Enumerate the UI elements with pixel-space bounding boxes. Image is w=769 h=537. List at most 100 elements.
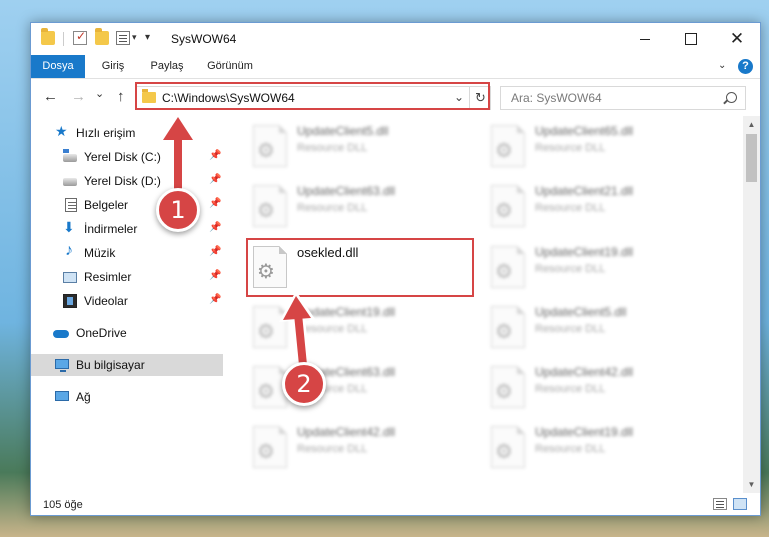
list-item[interactable]: UpdateClient21.dll Resource DLL: [469, 178, 699, 234]
file-name: UpdateClient19.dll: [535, 245, 634, 259]
file-type: Resource DLL: [535, 142, 606, 154]
sidebar-item-label: Yerel Disk (C:): [84, 150, 161, 164]
sidebar-item-label: OneDrive: [76, 326, 127, 340]
file-name: UpdateClient5.dll: [297, 124, 389, 138]
file-type: Resource DLL: [535, 383, 606, 395]
file-name: UpdateClient65.dll: [535, 124, 634, 138]
file-highlight-box: [246, 238, 474, 297]
sidebar-item-local-disk-c[interactable]: Yerel Disk (C:) 📌: [31, 146, 223, 168]
picture-icon: [63, 272, 77, 283]
cloud-icon: [53, 330, 69, 338]
help-icon[interactable]: ?: [738, 59, 753, 74]
file-type: Resource DLL: [297, 443, 368, 455]
sidebar-item-music[interactable]: Müzik 📌: [31, 242, 223, 264]
customize-icon[interactable]: [116, 31, 130, 45]
window-title: SysWOW64: [171, 32, 237, 46]
tab-home[interactable]: Giriş: [93, 55, 133, 78]
file-type: Resource DLL: [535, 263, 606, 275]
pin-icon[interactable]: 📌: [209, 294, 221, 305]
list-item[interactable]: UpdateClient5.dll Resource DLL: [469, 299, 699, 355]
sidebar-item-quick-access[interactable]: Hızlı erişim: [31, 122, 223, 144]
sidebar-item-videos[interactable]: Videolar 📌: [31, 290, 223, 312]
pin-icon[interactable]: 📌: [209, 246, 221, 257]
list-item[interactable]: UpdateClient19.dll Resource DLL: [469, 419, 699, 475]
sidebar-item-this-pc[interactable]: Bu bilgisayar: [31, 354, 223, 376]
properties-check-icon[interactable]: [73, 29, 87, 45]
details-view-icon[interactable]: [713, 498, 727, 510]
scroll-up-icon[interactable]: ▲: [743, 116, 760, 133]
dll-file-icon: [491, 306, 525, 348]
file-name: UpdateClient5.dll: [535, 305, 627, 319]
up-button[interactable]: ↑: [117, 88, 125, 105]
list-item[interactable]: UpdateClient42.dll Resource DLL: [469, 359, 699, 415]
file-name: UpdateClient19.dll: [297, 305, 396, 319]
back-button[interactable]: ←: [43, 88, 58, 105]
sidebar-item-label: Videolar: [84, 294, 128, 308]
minimize-button[interactable]: [622, 23, 668, 55]
sidebar-item-local-disk-d[interactable]: Yerel Disk (D:) 📌: [31, 170, 223, 192]
tab-share[interactable]: Paylaş: [143, 55, 191, 78]
sidebar-item-network[interactable]: Ağ: [31, 386, 223, 408]
document-icon: [65, 198, 77, 212]
sidebar-item-label: Müzik: [84, 246, 116, 260]
forward-button[interactable]: →: [71, 88, 86, 105]
pin-icon[interactable]: 📌: [209, 174, 221, 185]
close-button[interactable]: ✕: [714, 23, 760, 55]
sidebar-item-pictures[interactable]: Resimler 📌: [31, 266, 223, 288]
list-item[interactable]: UpdateClient5.dll Resource DLL: [231, 118, 461, 174]
pin-icon[interactable]: 📌: [209, 150, 221, 161]
recent-locations-button[interactable]: ⌄: [95, 87, 104, 100]
dll-file-icon: [491, 426, 525, 468]
ribbon-expand-icon[interactable]: ⌄: [718, 60, 726, 71]
dll-file-icon: [491, 366, 525, 408]
address-highlight-box: [135, 82, 490, 110]
file-type: Resource DLL: [297, 142, 368, 154]
search-icon[interactable]: [726, 92, 737, 103]
dll-file-icon: [253, 306, 287, 348]
file-name: UpdateClient19.dll: [535, 425, 634, 439]
dll-file-icon: [253, 125, 287, 167]
pin-icon[interactable]: 📌: [209, 198, 221, 209]
ribbon-tabs: Dosya Giriş Paylaş Görünüm ⌄ ?: [31, 55, 760, 79]
computer-icon: [55, 359, 69, 372]
step-badge-2: 2: [282, 362, 326, 406]
file-name: UpdateClient63.dll: [297, 184, 396, 198]
navigation-pane: Hızlı erişim Yerel Disk (C:) 📌 Yerel Dis…: [31, 116, 231, 493]
chevron-down-icon[interactable]: ▾: [132, 32, 137, 43]
video-icon: [63, 294, 77, 308]
sidebar-item-onedrive[interactable]: OneDrive: [31, 322, 223, 344]
large-icons-view-icon[interactable]: [733, 498, 747, 510]
list-item[interactable]: UpdateClient42.dll Resource DLL: [231, 419, 461, 475]
file-name: UpdateClient42.dll: [297, 425, 396, 439]
disk-icon: [63, 178, 77, 186]
sidebar-item-label: Ağ: [76, 390, 91, 404]
scroll-thumb[interactable]: [746, 134, 757, 182]
file-name: UpdateClient42.dll: [535, 365, 634, 379]
file-type: Resource DLL: [535, 443, 606, 455]
list-item[interactable]: UpdateClient19.dll Resource DLL: [469, 239, 699, 295]
disk-icon: [63, 149, 77, 162]
network-icon: [55, 391, 69, 401]
status-bar: 105 öğe: [31, 493, 760, 515]
file-type: Resource DLL: [535, 202, 606, 214]
list-item[interactable]: UpdateClient65.dll Resource DLL: [469, 118, 699, 174]
item-count: 105 öğe: [43, 499, 83, 511]
sidebar-item-label: İndirmeler: [84, 222, 138, 236]
list-item[interactable]: UpdateClient19.dll Resource DLL: [231, 299, 461, 355]
file-type: Resource DLL: [297, 323, 368, 335]
pin-icon[interactable]: 📌: [209, 222, 221, 233]
vertical-scrollbar[interactable]: ▲ ▼: [743, 116, 760, 493]
scroll-down-icon[interactable]: ▼: [743, 476, 760, 493]
quick-access-dropdown-icon[interactable]: ▾: [145, 32, 150, 43]
maximize-button[interactable]: [668, 23, 714, 55]
tab-file[interactable]: Dosya: [31, 55, 85, 78]
file-type: Resource DLL: [297, 202, 368, 214]
list-item[interactable]: UpdateClient63.dll Resource DLL: [231, 359, 461, 415]
tab-view[interactable]: Görünüm: [203, 55, 257, 78]
search-box[interactable]: Ara: SysWOW64: [500, 86, 746, 110]
list-item[interactable]: UpdateClient63.dll Resource DLL: [231, 178, 461, 234]
pin-icon[interactable]: 📌: [209, 270, 221, 281]
sidebar-item-label: Yerel Disk (D:): [84, 174, 161, 188]
star-icon: [55, 123, 69, 140]
new-folder-icon[interactable]: [95, 28, 109, 45]
